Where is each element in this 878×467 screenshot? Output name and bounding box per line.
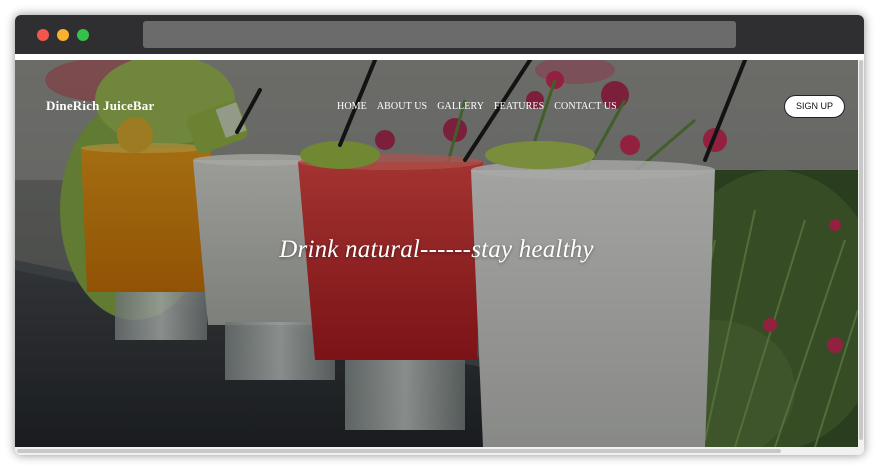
vertical-scrollbar[interactable] xyxy=(858,60,864,447)
maximize-window-button[interactable] xyxy=(77,29,89,41)
sign-up-button[interactable]: SIGN UP xyxy=(784,95,845,118)
brand-logo[interactable]: DineRich JuiceBar xyxy=(46,98,154,114)
hero-tagline: Drink natural------stay healthy xyxy=(279,236,594,263)
address-bar[interactable] xyxy=(143,21,736,48)
minimize-window-button[interactable] xyxy=(57,29,69,41)
horizontal-scrollbar[interactable] xyxy=(15,447,864,455)
close-window-button[interactable] xyxy=(37,29,49,41)
main-nav: HOME ABOUT US GALLERY FEATURES CONTACT U… xyxy=(337,101,617,112)
nav-features[interactable]: FEATURES xyxy=(494,101,544,112)
nav-about-us[interactable]: ABOUT US xyxy=(377,101,427,112)
nav-gallery[interactable]: GALLERY xyxy=(437,101,484,112)
browser-titlebar xyxy=(15,15,864,54)
nav-contact-us[interactable]: CONTACT US xyxy=(554,101,617,112)
browser-window: DineRich JuiceBar HOME ABOUT US GALLERY … xyxy=(15,15,864,455)
page-viewport: DineRich JuiceBar HOME ABOUT US GALLERY … xyxy=(15,60,858,447)
vertical-scrollbar-thumb[interactable] xyxy=(859,60,863,440)
horizontal-scrollbar-thumb[interactable] xyxy=(17,449,781,453)
nav-home[interactable]: HOME xyxy=(337,101,367,112)
